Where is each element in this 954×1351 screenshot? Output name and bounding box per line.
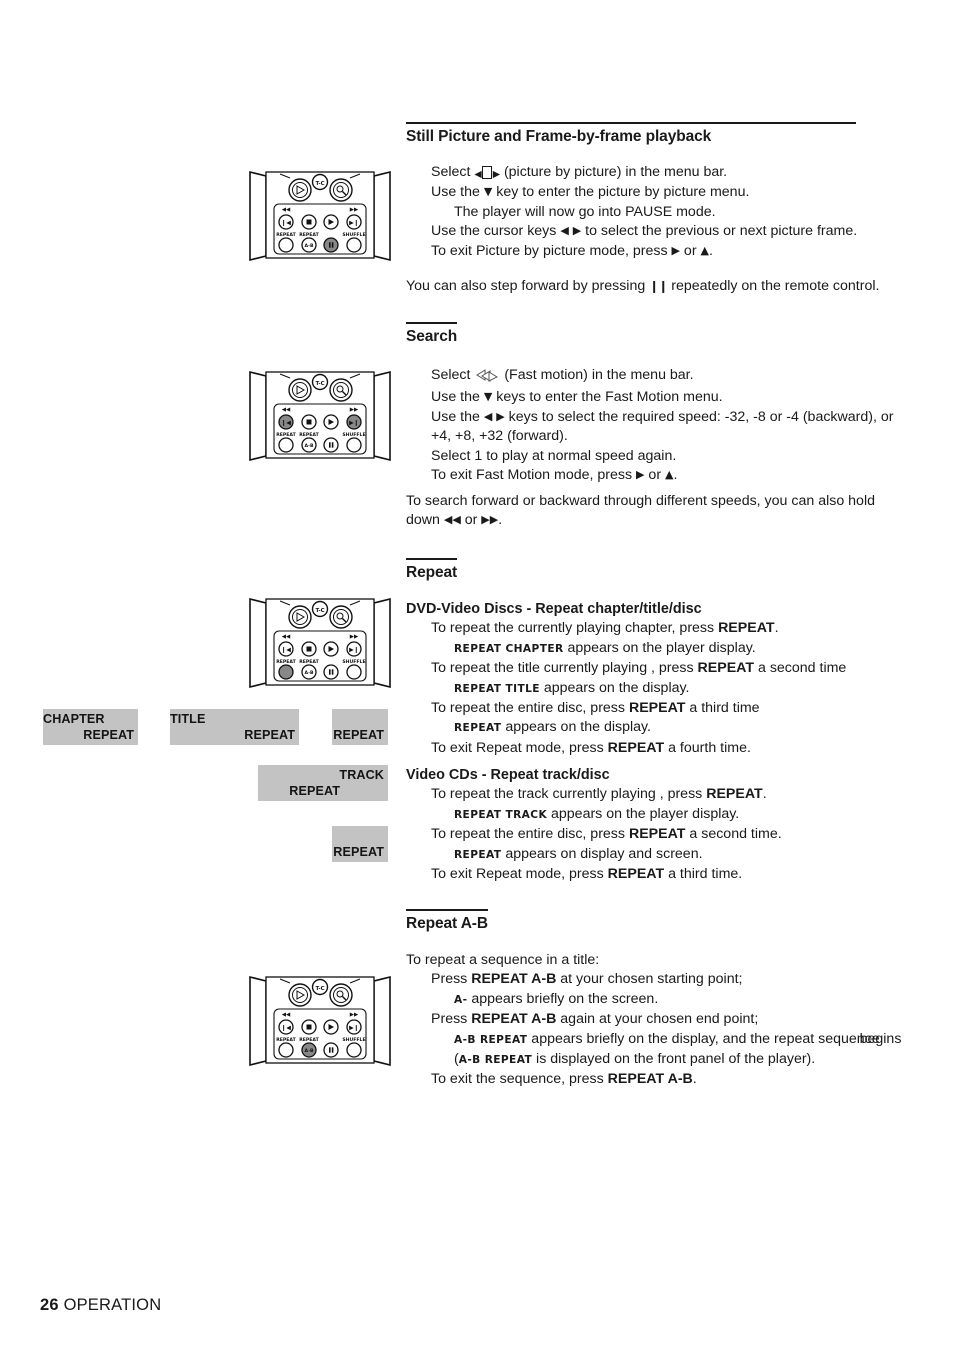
svg-text:T-C: T-C [315, 181, 324, 187]
svg-text:REPEAT: REPEAT [276, 232, 296, 238]
remote-illustration-search: T-C ◀◀ ▶▶ ❙◀ ▶❙ REPEAT REPEAT SHUFFLE A-… [246, 368, 394, 464]
line-press-ab-end: Press REPEAT A-B again at your chosen en… [431, 1011, 759, 1028]
heading-repeat-ab: Repeat A-B [406, 909, 488, 933]
svg-text:▶❙: ▶❙ [349, 420, 359, 427]
line-exit-repeat: To exit Repeat mode, press REPEAT a four… [431, 739, 751, 756]
svg-text:❙◀: ❙◀ [281, 420, 291, 427]
body-search: Select (Fast motion) in the menu bar. Us… [406, 366, 906, 485]
display-title-label: TITLE [170, 712, 206, 726]
note-still-picture: You can also step forward by pressing ❙❙… [406, 278, 880, 294]
svg-text:T-C: T-C [315, 608, 324, 614]
svg-text:❙◀: ❙◀ [281, 220, 291, 227]
display-chapter-label: CHAPTER [43, 712, 105, 726]
svg-text:REPEAT: REPEAT [299, 232, 319, 238]
display-track-repeat: TRACK REPEAT [258, 765, 388, 801]
line-exit-ab-sequence: To exit the sequence, press REPEAT A-B. [431, 1071, 697, 1088]
svg-text:◀◀: ◀◀ [282, 207, 291, 213]
svg-text:A-B: A-B [305, 670, 314, 676]
display-vcd-disc-repeat: REPEAT [332, 826, 388, 862]
display-track-repeat-label: REPEAT [289, 784, 340, 798]
svg-text:REPEAT: REPEAT [299, 432, 319, 438]
svg-text:▶▶: ▶▶ [350, 407, 359, 413]
svg-text:REPEAT: REPEAT [299, 659, 319, 665]
subheading-video-cds: Video CDs - Repeat track/disc [406, 767, 610, 783]
fast-motion-icon [476, 369, 499, 388]
subheading-dvd-video-discs: DVD-Video Discs - Repeat chapter/title/d… [406, 601, 702, 617]
svg-text:▶▶: ▶▶ [350, 634, 359, 640]
svg-text:A-B: A-B [305, 243, 314, 249]
svg-text:REPEAT: REPEAT [299, 1037, 319, 1043]
line-exit-repeat-vcd: To exit Repeat mode, press REPEAT a thir… [431, 866, 743, 883]
display-disc-repeat: REPEAT [332, 709, 388, 745]
svg-text:▶▶: ▶▶ [350, 1012, 359, 1018]
line-enter-pbp: Use the ▼ key to enter the picture by pi… [431, 184, 750, 201]
line-vcd-repeat-disc: To repeat the entire disc, press REPEAT … [431, 826, 782, 843]
display-chapter-repeat: CHAPTER REPEAT [43, 709, 138, 745]
remote-illustration-still-picture: T-C ◀◀ ▶▶ ❙◀ ▶❙ REPEAT REPEAT SHUFFLE A-… [246, 168, 394, 264]
svg-text:A-B: A-B [305, 1048, 314, 1054]
svg-text:T-C: T-C [315, 381, 324, 387]
line-pause-mode: The player will now go into PAUSE mode. [454, 203, 716, 220]
line-repeat-disc: To repeat the entire disc, press REPEAT … [431, 700, 760, 717]
line-repeat-chapter: To repeat the currently playing chapter,… [431, 620, 779, 637]
line-enter-fastmotion: Use the ▼ keys to enter the Fast Motion … [431, 389, 723, 406]
page-footer: 26 OPERATION [40, 1296, 161, 1315]
line-display-repeat-chapter: REPEAT CHAPTER appears on the player dis… [454, 639, 756, 656]
svg-text:◀◀: ◀◀ [282, 1012, 291, 1018]
svg-text:T-C: T-C [315, 986, 324, 992]
svg-text:❙◀: ❙◀ [281, 647, 291, 654]
picture-by-picture-icon: ◀ ▶ [474, 164, 500, 183]
body-repeat-dvd: DVD-Video Discs - Repeat chapter/title/d… [406, 600, 911, 758]
line-display-repeat: REPEAT appears on the display. [454, 719, 651, 736]
body-repeat-ab: To repeat a sequence in a title: Press R… [406, 951, 911, 1090]
line-exit-fastmotion: To exit Fast Motion mode, press ▶ or ▲. [431, 467, 678, 484]
body-repeat-vcd: Video CDs - Repeat track/disc To repeat … [406, 766, 911, 884]
line-normal-speed: Select 1 to play at normal speed again. [431, 447, 677, 464]
page-section-label: OPERATION [63, 1296, 162, 1314]
svg-text:REPEAT: REPEAT [276, 659, 296, 665]
remote-illustration-repeat-ab: T-C ◀◀ ▶▶ ❙◀ ▶❙ REPEAT REPEAT SHUFFLE A-… [246, 973, 394, 1069]
line-repeat-title: To repeat the title currently playing , … [431, 660, 847, 677]
svg-text:▶❙: ▶❙ [349, 220, 359, 227]
heading-repeat: Repeat [406, 558, 457, 582]
display-title-repeat: TITLE REPEAT [170, 709, 299, 745]
svg-text:SHUFFLE: SHUFFLE [342, 659, 365, 665]
remote-illustration-repeat: T-C ◀◀ ▶▶ ❙◀ ▶❙ REPEAT REPEAT SHUFFLE A-… [246, 595, 394, 691]
line-display-repeat-track: REPEAT TRACK appears on the player displ… [454, 805, 740, 822]
svg-text:▶▶: ▶▶ [350, 207, 359, 213]
display-chapter-repeat-label: REPEAT [83, 728, 134, 742]
line-select-speed: Use the ◀ ▶ keys to select the required … [431, 408, 894, 445]
line-repeat-sequence-intro: To repeat a sequence in a title: [406, 952, 600, 968]
display-title-repeat-label: REPEAT [244, 728, 295, 742]
svg-text:◀◀: ◀◀ [282, 634, 291, 640]
line-select-pbp: Select ◀ ▶ (picture by picture) in the me… [406, 163, 906, 183]
line-press-ab-start: Press REPEAT A-B at your chosen starting… [431, 971, 743, 988]
line-display-repeat-title: REPEAT TITLE appears on the display. [454, 679, 690, 696]
page-number: 26 [40, 1296, 59, 1314]
display-disc-repeat-label: REPEAT [333, 728, 384, 742]
svg-text:SHUFFLE: SHUFFLE [342, 232, 365, 238]
display-vcd-disc-repeat-label: REPEAT [333, 845, 384, 859]
svg-text:A-B: A-B [305, 443, 314, 449]
heading-still-picture: Still Picture and Frame-by-frame playbac… [406, 122, 856, 146]
line-select-fastmotion: Select (Fast motion) in the menu bar. [406, 366, 906, 388]
svg-text:SHUFFLE: SHUFFLE [342, 432, 365, 438]
svg-text:REPEAT: REPEAT [276, 1037, 296, 1043]
heading-search: Search [406, 322, 457, 346]
svg-text:❙◀: ❙◀ [281, 1025, 291, 1032]
line-display-a-dash: A- appears briefly on the screen. [454, 990, 659, 1007]
line-display-ab-repeat: A-B REPEAT appears briefly on the displa… [454, 1030, 902, 1068]
body-still-picture: Select ◀ ▶ (picture by picture) in the me… [406, 163, 906, 261]
line-display-repeat-vcd: REPEAT appears on display and screen. [454, 845, 703, 862]
line-exit-pbp: To exit Picture by picture mode, press ▶… [431, 242, 713, 259]
line-cursor-keys: Use the cursor keys ◀ ▶ to select the pr… [431, 223, 858, 240]
svg-text:▶❙: ▶❙ [349, 647, 359, 654]
svg-text:REPEAT: REPEAT [276, 432, 296, 438]
svg-text:◀◀: ◀◀ [282, 407, 291, 413]
note-search: To search forward or backward through di… [406, 493, 875, 529]
line-repeat-track: To repeat the track currently playing , … [431, 786, 767, 803]
svg-text:SHUFFLE: SHUFFLE [342, 1037, 365, 1043]
display-track-label: TRACK [339, 768, 384, 782]
svg-text:▶❙: ▶❙ [349, 1025, 359, 1032]
